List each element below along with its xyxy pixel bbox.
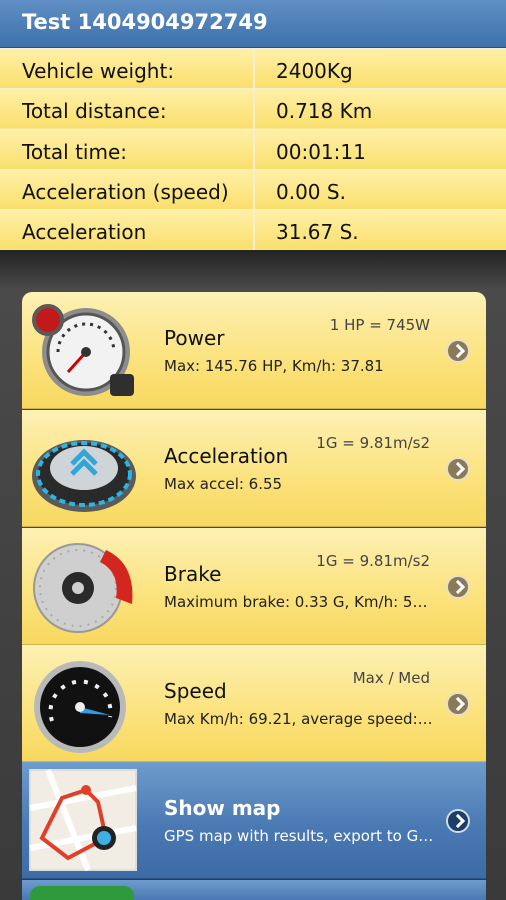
card-title: Speed [164,679,227,703]
stat-value: 0.718 Km [276,99,373,123]
gauge-icon [32,304,134,396]
card-subtitle: Max accel: 6.55 [164,475,283,493]
stat-value: 0.00 S. [276,180,346,204]
show-map-card[interactable]: Show map GPS map with results, export to… [22,762,486,879]
stat-row-time: Total time: 00:01:11 [0,129,506,170]
card-note: 1G = 9.81m/s2 [316,552,430,570]
brake-card[interactable]: Brake 1G = 9.81m/s2 Maximum brake: 0.33 … [22,528,486,645]
divider [253,170,255,210]
stat-label: Acceleration [22,220,147,244]
divider [253,49,255,89]
map-icon [29,768,137,872]
chevron-right-icon [446,692,470,716]
next-card-partial[interactable] [22,880,486,900]
app-title-bar: Test 1404904972749 [0,0,506,48]
chevron-right-icon [446,809,470,833]
card-subtitle: Maximum brake: 0.33 G, Km/h: 56.34 [164,593,434,611]
card-title: Acceleration [164,444,289,468]
brake-disc-icon [33,543,133,633]
stat-row-acceleration: Acceleration 31.67 S. [0,209,506,250]
acceleration-card[interactable]: Acceleration 1G = 9.81m/s2 Max accel: 6.… [22,410,486,527]
stat-label: Acceleration (speed) [22,180,229,204]
card-note: 1G = 9.81m/s2 [316,434,430,452]
speedometer-icon [34,661,126,753]
stat-value: 31.67 S. [276,220,359,244]
chevron-right-icon [446,575,470,599]
card-note: Max / Med [352,669,430,687]
divider [253,130,255,170]
card-title: Show map [164,796,281,820]
card-note: 1 HP = 745W [329,316,430,334]
chevron-right-icon [446,457,470,481]
chevron-right-icon [446,339,470,363]
stat-value: 2400Kg [276,59,353,83]
card-title: Power [164,326,225,350]
acceleration-icon [32,440,136,512]
green-icon [30,886,134,900]
card-subtitle: GPS map with results, export to Google E… [164,827,434,845]
card-subtitle: Max Km/h: 69.21, average speed: 36.4 [164,710,434,728]
stats-table: Vehicle weight: 2400Kg Total distance: 0… [0,48,506,250]
card-title: Brake [164,562,222,586]
stat-row-weight: Vehicle weight: 2400Kg [0,48,506,89]
speed-card[interactable]: Speed Max / Med Max Km/h: 69.21, average… [22,645,486,762]
stat-value: 00:01:11 [276,140,366,164]
stat-row-distance: Total distance: 0.718 Km [0,88,506,129]
stat-label: Total distance: [22,99,167,123]
divider [253,210,255,250]
test-title: Test 1404904972749 [22,10,268,34]
card-subtitle: Max: 145.76 HP, Km/h: 37.81 [164,357,384,375]
divider [253,89,255,129]
power-card[interactable]: Power 1 HP = 745W Max: 145.76 HP, Km/h: … [22,292,486,409]
stat-label: Vehicle weight: [22,59,175,83]
stat-label: Total time: [22,140,127,164]
stat-row-acceleration-speed: Acceleration (speed) 0.00 S. [0,169,506,210]
